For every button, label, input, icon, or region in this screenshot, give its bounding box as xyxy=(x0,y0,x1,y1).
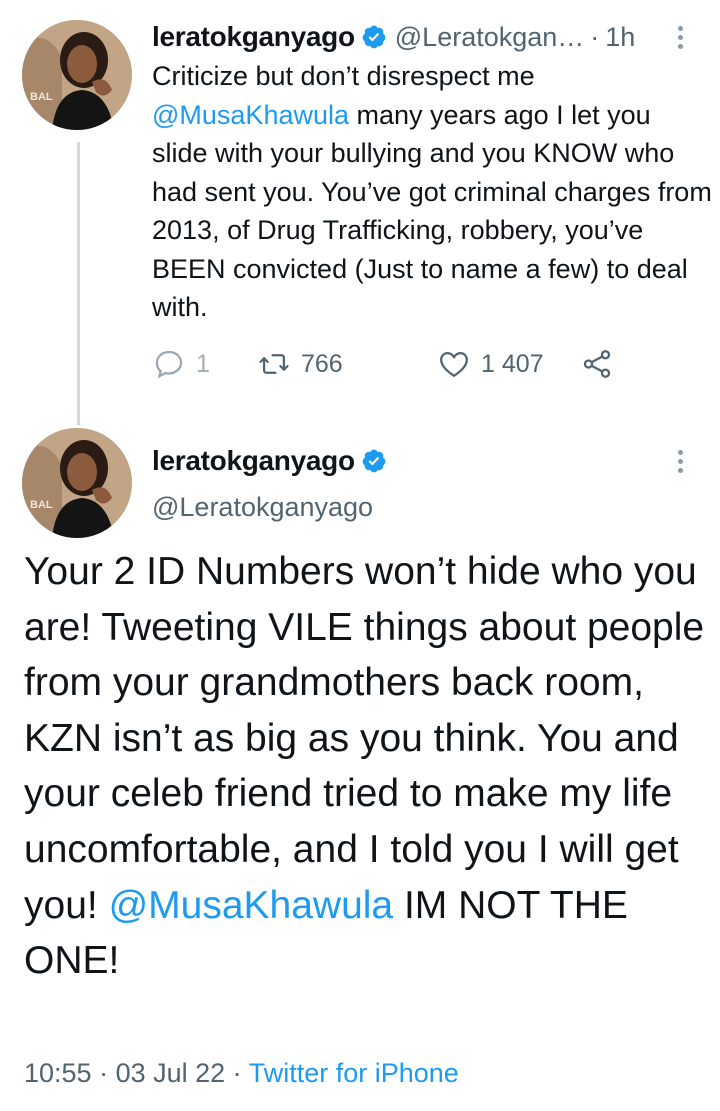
reply-count: 1 xyxy=(196,349,210,378)
tweet-text-part: Your 2 ID Numbers won’t hide who you are… xyxy=(24,550,705,927)
more-vertical-icon[interactable] xyxy=(670,20,690,54)
thread-connector-line xyxy=(77,142,80,425)
separator-dot: · xyxy=(91,1058,116,1088)
heart-icon xyxy=(440,351,468,378)
separator-dot: · xyxy=(225,1058,249,1088)
more-vertical-icon[interactable] xyxy=(670,444,690,478)
separator-dot: · xyxy=(590,21,600,52)
tweet-text: Your 2 ID Numbers won’t hide who you are… xyxy=(24,544,714,989)
svg-text:BAL: BAL xyxy=(30,91,53,103)
avatar[interactable]: BAL xyxy=(22,428,132,538)
handle[interactable]: @Leratokganyago xyxy=(152,492,373,523)
share-button[interactable] xyxy=(580,344,614,384)
display-name[interactable]: leratokganyago xyxy=(152,21,355,53)
reply-button[interactable]: 1 xyxy=(152,344,210,384)
mention-link[interactable]: @MusaKhawula xyxy=(109,884,394,927)
like-button[interactable]: 1 407 xyxy=(437,344,544,384)
source-link[interactable]: Twitter for iPhone xyxy=(249,1058,459,1088)
tweet-actions: 1 766 1 407 xyxy=(152,344,652,384)
retweet-count: 766 xyxy=(301,349,343,378)
tweet-text-part: many years ago I let you slide with your… xyxy=(152,99,712,323)
tweet-time[interactable]: 10:55 xyxy=(24,1058,92,1088)
reply-icon xyxy=(155,350,183,379)
like-count: 1 407 xyxy=(481,349,544,378)
mention-link[interactable]: @MusaKhawula xyxy=(152,100,349,130)
relative-time[interactable]: 1h xyxy=(605,22,635,53)
retweet-button[interactable]: 766 xyxy=(257,344,343,384)
avatar-image: BAL xyxy=(22,428,132,538)
verified-badge-icon xyxy=(361,448,387,474)
tweet-header: leratokganyago @Leratokgan… · 1h xyxy=(152,20,692,54)
display-name[interactable]: leratokganyago xyxy=(152,445,355,477)
tweet-text: Criticize but don’t disrespect me @MusaKh… xyxy=(152,57,712,327)
verified-badge-icon xyxy=(361,24,387,50)
tweet-text-part: Criticize but don’t disrespect me xyxy=(152,61,535,91)
share-icon xyxy=(583,350,611,378)
svg-text:BAL: BAL xyxy=(30,499,53,511)
avatar[interactable]: BAL xyxy=(22,20,132,130)
retweet-icon xyxy=(259,354,289,374)
handle[interactable]: @Leratokgan… xyxy=(395,22,585,53)
tweet-date[interactable]: 03 Jul 22 xyxy=(116,1058,226,1088)
avatar-image: BAL xyxy=(22,20,132,130)
tweet-meta: 10:55 · 03 Jul 22 · Twitter for iPhone xyxy=(24,1058,459,1089)
tweet-header: leratokganyago xyxy=(152,444,387,478)
